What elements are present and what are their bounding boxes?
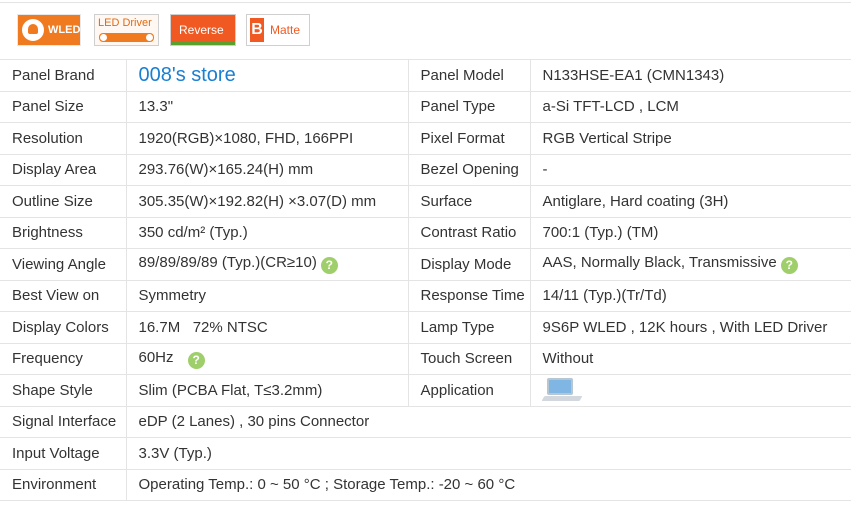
matte-badge-letter: B — [250, 18, 264, 42]
pixel-format-value: RGB Vertical Stripe — [530, 122, 851, 155]
contrast-ratio-value: 700:1 (Typ.) (TM) — [530, 217, 851, 249]
reverse-badge: Reverse — [170, 14, 236, 46]
contrast-ratio-label: Contrast Ratio — [408, 217, 531, 249]
help-icon[interactable]: ? — [320, 257, 338, 275]
frequency-label: Frequency — [0, 343, 127, 375]
table-row: Brightness 350 cd/m² (Typ.) Contrast Rat… — [0, 217, 851, 249]
top-divider — [0, 2, 851, 3]
viewing-angle-label: Viewing Angle — [0, 248, 127, 281]
table-row: Display Area 293.76(W)×165.24(H) mm Beze… — [0, 154, 851, 186]
response-time-label: Response Time — [408, 280, 531, 312]
display-mode-cell: AAS, Normally Black, Transmissive? — [530, 248, 851, 281]
display-colors-value: 16.7M 72% NTSC — [126, 311, 409, 344]
panel-size-value: 13.3" — [126, 91, 409, 123]
laptop-icon — [541, 377, 582, 403]
table-row: Outline Size 305.35(W)×192.82(H) ×3.07(D… — [0, 185, 851, 218]
wled-icon — [22, 19, 44, 41]
outline-size-value: 305.35(W)×192.82(H) ×3.07(D) mm — [126, 185, 409, 218]
store-link[interactable]: 008's store — [139, 64, 236, 86]
pixel-format-label: Pixel Format — [408, 122, 531, 155]
table-row: Signal Interface eDP (2 Lanes) , 30 pins… — [0, 406, 851, 438]
surface-label: Surface — [408, 185, 531, 218]
bezel-opening-label: Bezel Opening — [408, 154, 531, 186]
table-row: Viewing Angle 89/89/89/89 (Typ.)(CR≥10)?… — [0, 248, 851, 281]
frequency-cell: 60Hz ? — [126, 343, 409, 375]
panel-type-value: a-Si TFT-LCD , LCM — [530, 91, 851, 123]
table-row: Panel Size 13.3" Panel Type a-Si TFT-LCD… — [0, 91, 851, 123]
application-value — [530, 374, 851, 407]
panel-brand-label: Panel Brand — [0, 59, 127, 92]
touch-screen-value: Without — [530, 343, 851, 375]
panel-size-label: Panel Size — [0, 91, 127, 123]
touch-screen-label: Touch Screen — [408, 343, 531, 375]
matte-badge: B Matte — [246, 14, 310, 46]
resolution-label: Resolution — [0, 122, 127, 155]
table-row: Input Voltage 3.3V (Typ.) — [0, 437, 851, 470]
reverse-badge-label: Reverse — [179, 23, 224, 37]
frequency-value: 60Hz — [138, 348, 174, 366]
table-row: Environment Operating Temp.: 0 ~ 50 °C ;… — [0, 469, 851, 501]
viewing-angle-value: 89/89/89/89 (Typ.)(CR≥10) — [138, 254, 317, 272]
resolution-value: 1920(RGB)×1080, FHD, 166PPI — [126, 122, 409, 155]
brightness-value: 350 cd/m² (Typ.) — [126, 217, 409, 249]
best-view-label: Best View on — [0, 280, 127, 312]
environment-label: Environment — [0, 469, 127, 501]
environment-value: Operating Temp.: 0 ~ 50 °C ; Storage Tem… — [126, 469, 851, 501]
reverse-stripe — [171, 42, 235, 45]
matte-badge-label: Matte — [270, 23, 301, 37]
viewing-angle-cell: 89/89/89/89 (Typ.)(CR≥10)? — [126, 248, 409, 281]
spec-table: Panel Brand 008's store Panel Model N133… — [0, 59, 851, 501]
help-icon[interactable]: ? — [187, 351, 205, 369]
help-icon[interactable]: ? — [780, 257, 798, 275]
signal-interface-value: eDP (2 Lanes) , 30 pins Connector — [126, 406, 851, 438]
display-area-value: 293.76(W)×165.24(H) mm — [126, 154, 409, 186]
surface-value: Antiglare, Hard coating (3H) — [530, 185, 851, 218]
panel-type-label: Panel Type — [408, 91, 531, 123]
table-row: Panel Brand 008's store Panel Model N133… — [0, 59, 851, 92]
display-mode-label: Display Mode — [408, 248, 531, 281]
input-voltage-value: 3.3V (Typ.) — [126, 437, 851, 470]
lamp-type-label: Lamp Type — [408, 311, 531, 344]
lamp-type-value: 9S6P WLED , 12K hours , With LED Driver — [530, 311, 851, 344]
bezel-opening-value: - — [530, 154, 851, 186]
shape-style-value: Slim (PCBA Flat, T≤3.2mm) — [126, 374, 409, 407]
display-colors-label: Display Colors — [0, 311, 127, 344]
led-driver-badge-label: LED Driver — [98, 17, 152, 29]
panel-brand-value: 008's store — [126, 59, 409, 92]
table-row: Shape Style Slim (PCBA Flat, T≤3.2mm) Ap… — [0, 374, 851, 407]
table-row: Resolution 1920(RGB)×1080, FHD, 166PPI P… — [0, 122, 851, 155]
brightness-label: Brightness — [0, 217, 127, 249]
signal-interface-label: Signal Interface — [0, 406, 127, 438]
application-label: Application — [408, 374, 531, 407]
shape-style-label: Shape Style — [0, 374, 127, 407]
best-view-value: Symmetry — [126, 280, 409, 312]
table-row: Display Colors 16.7M 72% NTSC Lamp Type … — [0, 311, 851, 344]
response-time-value: 14/11 (Typ.)(Tr/Td) — [530, 280, 851, 312]
outline-size-label: Outline Size — [0, 185, 127, 218]
panel-model-label: Panel Model — [408, 59, 531, 92]
led-strip-icon — [99, 33, 154, 42]
display-mode-value: AAS, Normally Black, Transmissive — [542, 254, 777, 272]
table-row: Frequency 60Hz ? Touch Screen Without — [0, 343, 851, 375]
input-voltage-label: Input Voltage — [0, 437, 127, 470]
wled-badge-label: WLED — [48, 24, 81, 36]
panel-model-value: N133HSE-EA1 (CMN1343) — [530, 59, 851, 92]
led-driver-badge: LED Driver — [94, 14, 159, 46]
display-area-label: Display Area — [0, 154, 127, 186]
wled-badge: WLED — [17, 14, 81, 46]
table-row: Best View on Symmetry Response Time 14/1… — [0, 280, 851, 312]
